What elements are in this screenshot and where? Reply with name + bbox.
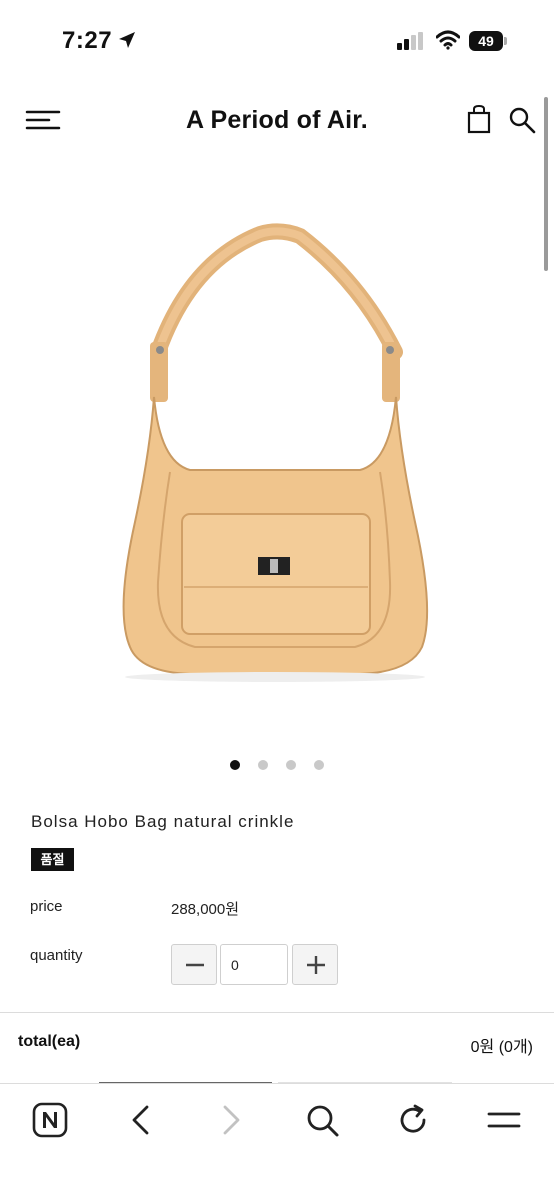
- price-label: price: [30, 898, 63, 915]
- carousel-dot[interactable]: [314, 760, 324, 770]
- product-title: Bolsa Hobo Bag natural crinkle: [31, 812, 295, 831]
- total-value: 0원 (0개): [470, 1039, 533, 1056]
- battery-level: 49: [478, 33, 494, 49]
- minus-icon: [186, 963, 204, 967]
- quantity-input[interactable]: [220, 944, 288, 985]
- plus-icon: [307, 956, 325, 974]
- wifi-icon: [436, 30, 460, 50]
- carousel-dot[interactable]: [258, 760, 268, 770]
- product-image[interactable]: [110, 222, 440, 692]
- carousel-dot[interactable]: [230, 760, 240, 770]
- search-icon[interactable]: [304, 1102, 340, 1138]
- refresh-icon[interactable]: [395, 1102, 431, 1138]
- divider: [0, 1012, 554, 1013]
- search-icon[interactable]: [508, 106, 536, 134]
- forward-icon[interactable]: [213, 1102, 249, 1138]
- menu-icon[interactable]: [486, 1102, 522, 1138]
- signal-icon: [397, 32, 423, 50]
- status-bar: 7:27 49: [0, 0, 554, 80]
- total-label: total(ea): [18, 1033, 81, 1050]
- image-carousel-dots: [0, 760, 554, 772]
- location-arrow-icon: [119, 32, 135, 48]
- status-time: 7:27: [62, 27, 113, 54]
- site-header: A Period of Air.: [0, 96, 554, 148]
- quantity-decrease-button[interactable]: [171, 944, 217, 985]
- price-value: 288,000원: [171, 901, 240, 918]
- browser-toolbar: [0, 1084, 554, 1200]
- back-icon[interactable]: [123, 1102, 159, 1138]
- naver-icon[interactable]: [32, 1102, 68, 1138]
- cart-icon[interactable]: [466, 104, 492, 134]
- battery-icon: 49: [469, 31, 507, 51]
- quantity-label: quantity: [30, 947, 83, 964]
- sold-out-badge: 품절: [31, 848, 74, 871]
- quantity-increase-button[interactable]: [292, 944, 338, 985]
- page-scrollbar[interactable]: [544, 97, 548, 271]
- carousel-dot[interactable]: [286, 760, 296, 770]
